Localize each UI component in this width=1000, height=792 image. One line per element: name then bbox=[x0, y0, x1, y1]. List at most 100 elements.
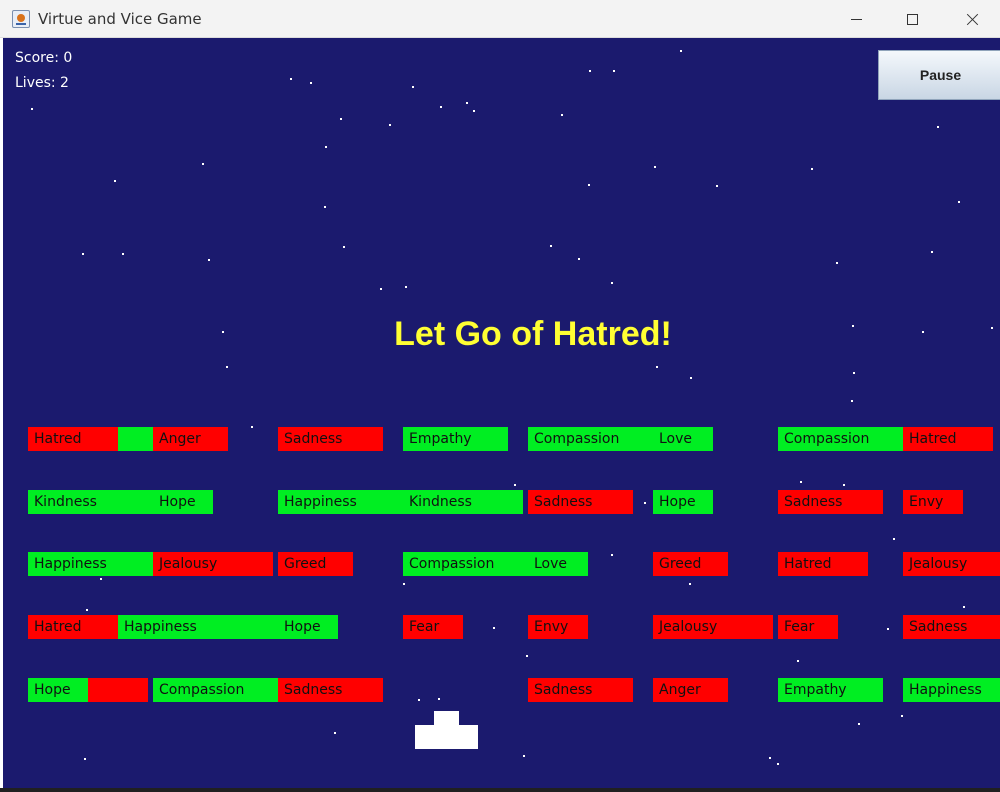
star bbox=[412, 86, 414, 88]
star bbox=[613, 70, 615, 72]
brick bbox=[118, 427, 153, 451]
star bbox=[208, 259, 210, 261]
star bbox=[325, 146, 327, 148]
star bbox=[654, 166, 656, 168]
star bbox=[811, 168, 813, 170]
star bbox=[769, 757, 771, 759]
brick: Hatred bbox=[28, 427, 118, 451]
star bbox=[418, 699, 420, 701]
minimize-button[interactable] bbox=[828, 0, 884, 38]
star bbox=[611, 554, 613, 556]
game-board[interactable]: Score: 0 Lives: 2 Pause Let Go of Hatred… bbox=[3, 38, 1000, 788]
star bbox=[334, 732, 336, 734]
star bbox=[31, 108, 33, 110]
star bbox=[122, 253, 124, 255]
star bbox=[440, 106, 442, 108]
star bbox=[438, 698, 440, 700]
brick: Happiness bbox=[278, 490, 403, 514]
brick: Anger bbox=[653, 678, 728, 702]
brick: Fear bbox=[403, 615, 463, 639]
star bbox=[644, 502, 646, 504]
close-icon bbox=[966, 13, 979, 26]
star bbox=[991, 327, 993, 329]
maximize-icon bbox=[906, 13, 918, 25]
brick: Love bbox=[528, 552, 588, 576]
star bbox=[656, 366, 658, 368]
brick: Happiness bbox=[28, 552, 153, 576]
brick: Hatred bbox=[28, 615, 118, 639]
star bbox=[100, 578, 102, 580]
star bbox=[405, 286, 407, 288]
brick: Hope bbox=[653, 490, 713, 514]
star bbox=[777, 763, 779, 765]
title-bar: Virtue and Vice Game bbox=[0, 0, 1000, 38]
brick: Envy bbox=[528, 615, 588, 639]
close-button[interactable] bbox=[944, 0, 1000, 38]
star bbox=[340, 118, 342, 120]
star bbox=[473, 110, 475, 112]
star bbox=[852, 325, 854, 327]
maximize-button[interactable] bbox=[884, 0, 940, 38]
java-app-icon bbox=[12, 10, 30, 28]
star bbox=[689, 583, 691, 585]
star bbox=[958, 201, 960, 203]
star bbox=[310, 82, 312, 84]
star bbox=[797, 660, 799, 662]
star bbox=[290, 78, 292, 80]
star bbox=[114, 180, 116, 182]
star bbox=[389, 124, 391, 126]
star bbox=[380, 288, 382, 290]
taskbar-strip bbox=[0, 788, 1000, 792]
brick: Kindness bbox=[403, 490, 523, 514]
star bbox=[550, 245, 552, 247]
star bbox=[588, 184, 590, 186]
star bbox=[690, 377, 692, 379]
star bbox=[226, 366, 228, 368]
star bbox=[963, 606, 965, 608]
paddle-turret bbox=[434, 711, 459, 725]
star bbox=[578, 258, 580, 260]
brick: Love bbox=[653, 427, 713, 451]
brick: Hope bbox=[278, 615, 338, 639]
brick: Sadness bbox=[528, 490, 633, 514]
pause-button[interactable]: Pause bbox=[878, 50, 1000, 100]
brick: Kindness bbox=[28, 490, 153, 514]
brick: Happiness bbox=[118, 615, 278, 639]
star bbox=[858, 723, 860, 725]
star bbox=[82, 253, 84, 255]
star bbox=[251, 426, 253, 428]
brick: Compassion bbox=[403, 552, 528, 576]
star bbox=[523, 755, 525, 757]
star bbox=[843, 484, 845, 486]
star bbox=[853, 372, 855, 374]
star bbox=[202, 163, 204, 165]
star bbox=[526, 655, 528, 657]
star bbox=[611, 282, 613, 284]
brick: Anger bbox=[153, 427, 228, 451]
brick: Greed bbox=[278, 552, 353, 576]
star bbox=[86, 609, 88, 611]
brick: Sadness bbox=[278, 678, 383, 702]
brick: Hatred bbox=[778, 552, 868, 576]
star bbox=[343, 246, 345, 248]
star bbox=[561, 114, 563, 116]
player-paddle[interactable] bbox=[415, 725, 478, 749]
score-display: Score: 0 bbox=[15, 50, 73, 66]
brick: Compassion bbox=[528, 427, 653, 451]
star bbox=[84, 758, 86, 760]
brick: Sadness bbox=[903, 615, 1000, 639]
brick: Happiness bbox=[903, 678, 1000, 702]
lives-display: Lives: 2 bbox=[15, 75, 69, 91]
star bbox=[493, 627, 495, 629]
star bbox=[937, 126, 939, 128]
brick: Hatred bbox=[903, 427, 993, 451]
brick: Jealousy bbox=[653, 615, 773, 639]
star bbox=[851, 400, 853, 402]
brick: Sadness bbox=[778, 490, 883, 514]
brick: Compassion bbox=[153, 678, 278, 702]
star bbox=[514, 484, 516, 486]
brick: Greed bbox=[653, 552, 728, 576]
star bbox=[222, 331, 224, 333]
game-message: Let Go of Hatred! bbox=[394, 315, 672, 353]
brick: Fear bbox=[778, 615, 838, 639]
